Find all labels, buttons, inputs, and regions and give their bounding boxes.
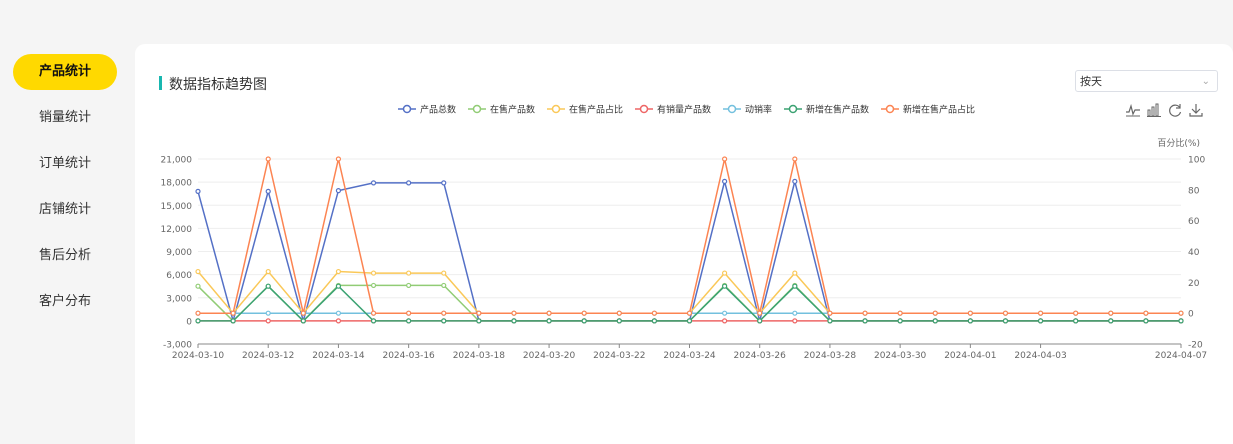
sidebar-item-sales-stats[interactable]: 销量统计 (13, 100, 117, 136)
chevron-down-icon: ⌄ (1201, 76, 1210, 87)
sidebar-item-store-stats[interactable]: 店铺统计 (13, 192, 117, 228)
panel-title-wrap: 数据指标趋势图 (160, 74, 267, 94)
panel-title: 数据指标趋势图 (169, 77, 267, 93)
sidebar-item-aftersale-analysis[interactable]: 售后分析 (13, 238, 117, 274)
sidebar: 产品统计 销量统计 订单统计 店铺统计 售后分析 客户分布 (0, 0, 130, 438)
chart-panel: 数据指标趋势图 按天 ⌄ (135, 44, 1233, 444)
sidebar-item-order-stats[interactable]: 订单统计 (13, 146, 117, 182)
sidebar-item-product-stats[interactable]: 产品统计 (13, 54, 117, 90)
granularity-select-value: 按天 (1080, 75, 1102, 88)
line-chart-icon[interactable] (1125, 102, 1141, 118)
bar-chart-icon[interactable] (1146, 102, 1162, 118)
granularity-select[interactable]: 按天 ⌄ (1075, 70, 1218, 92)
restore-icon[interactable] (1167, 102, 1183, 118)
download-icon[interactable] (1188, 102, 1204, 118)
sidebar-item-customer-distribution[interactable]: 客户分布 (13, 284, 117, 320)
